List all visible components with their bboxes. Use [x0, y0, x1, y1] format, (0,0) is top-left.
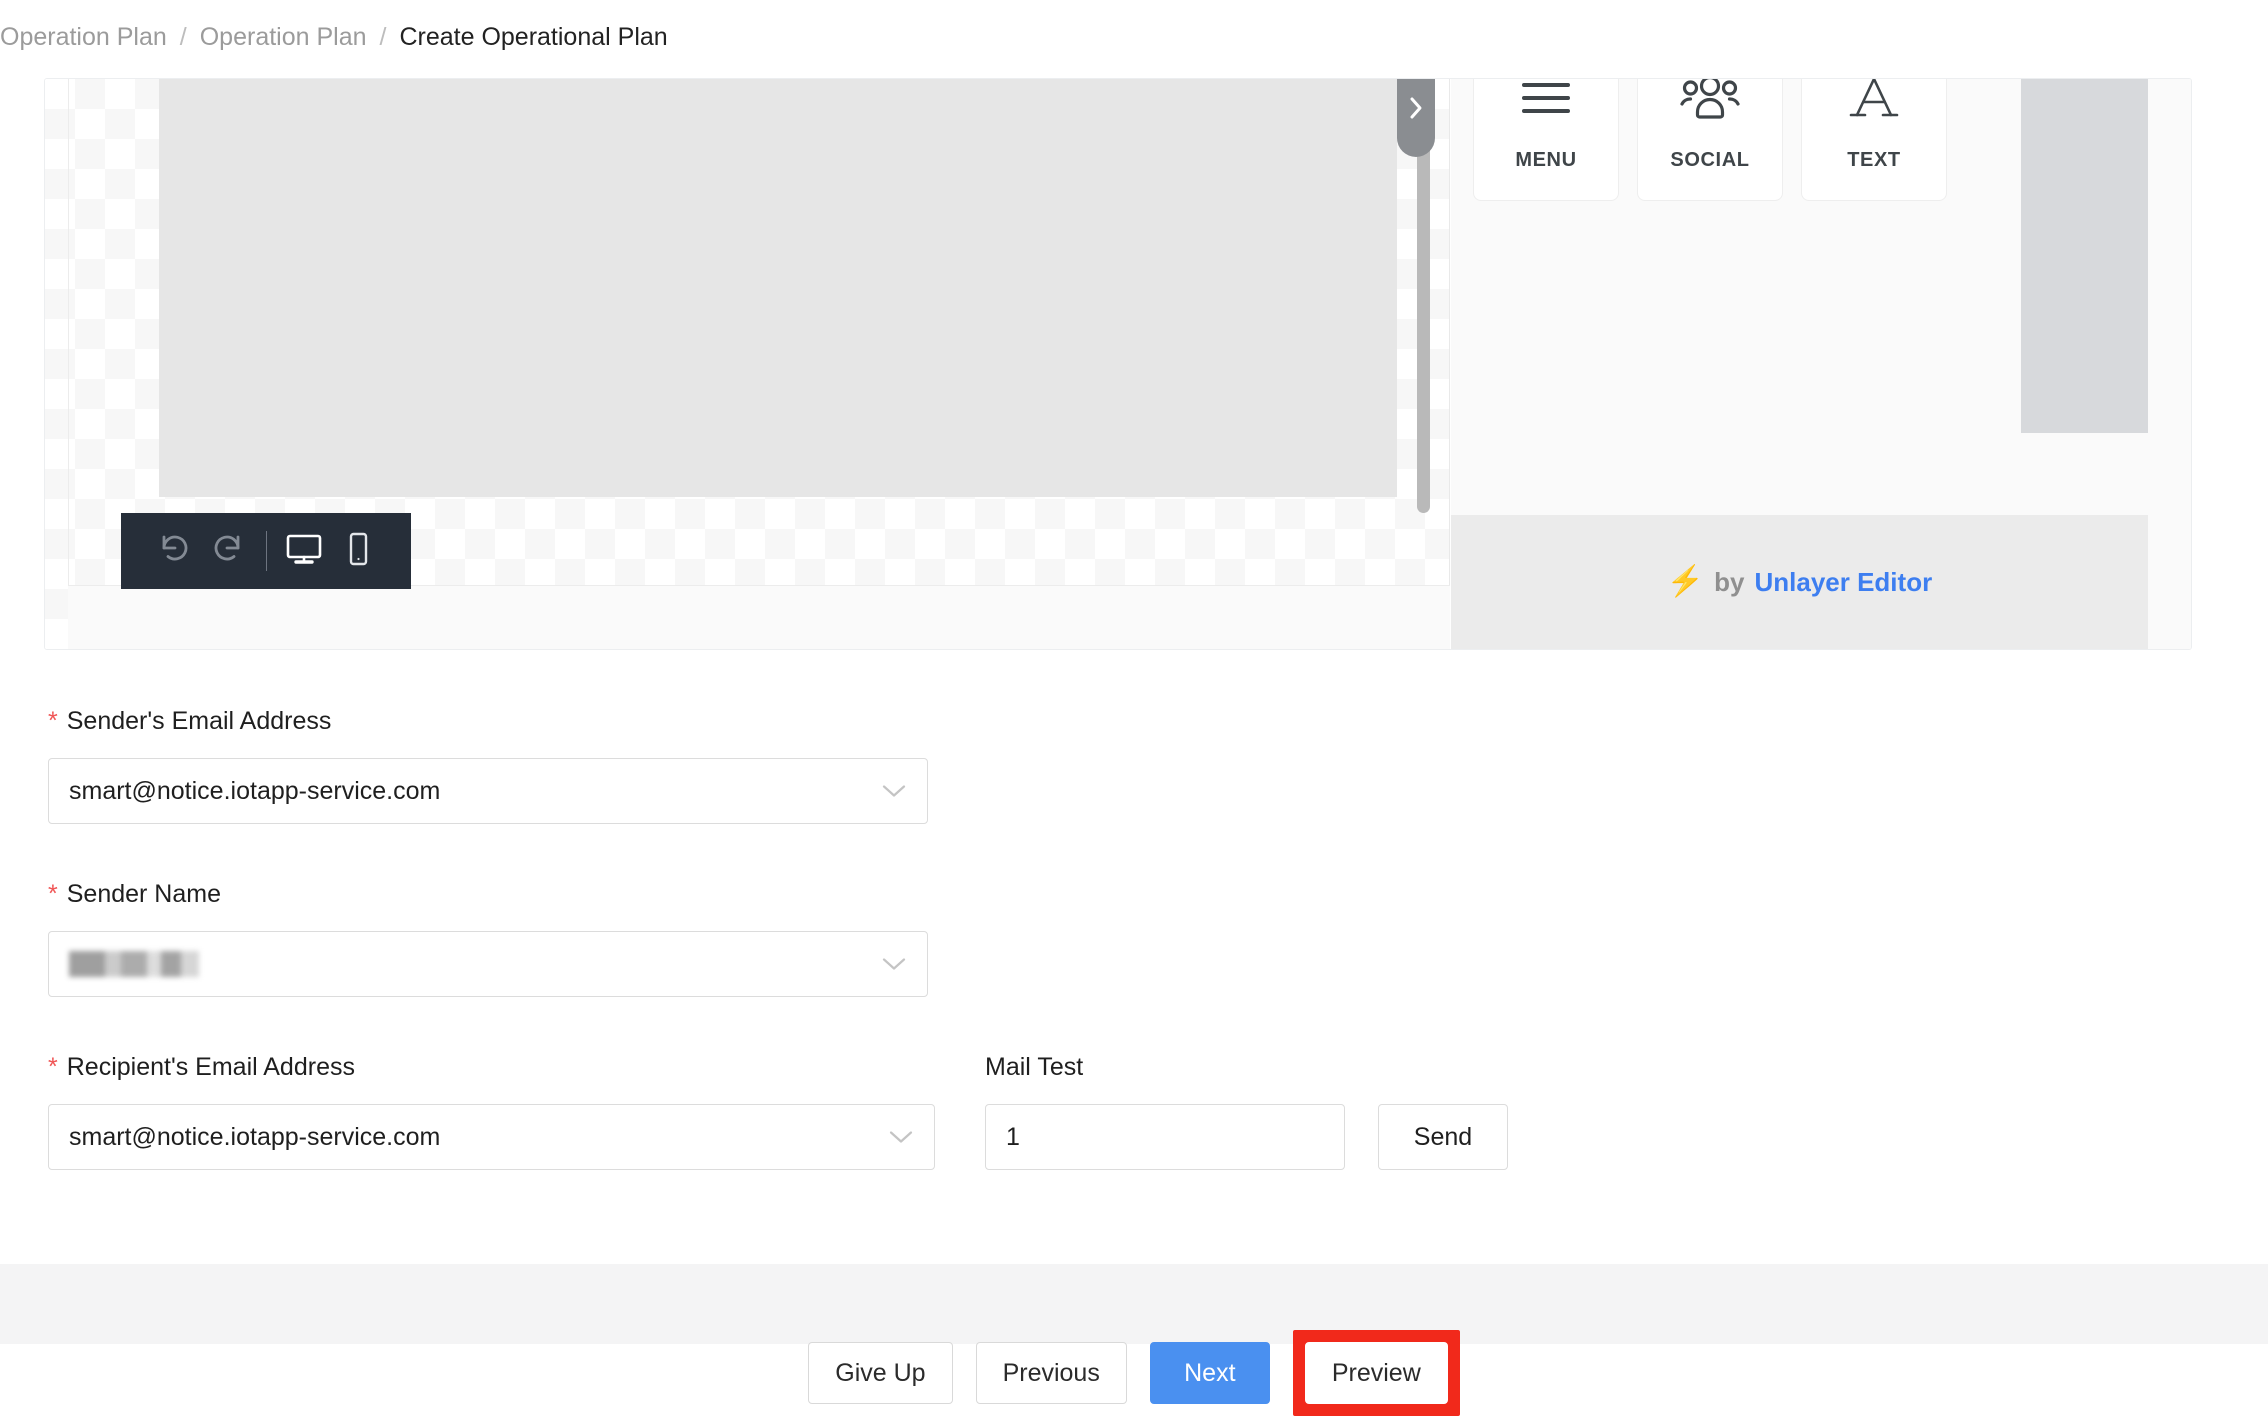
- chevron-down-icon: [881, 777, 907, 806]
- field-sender-name: * Sender Name: [48, 879, 928, 997]
- panel-collapse-toggle[interactable]: [1397, 79, 1435, 157]
- hamburger-menu-icon: [1518, 79, 1574, 135]
- mail-test-value: 1: [1006, 1122, 1020, 1151]
- mail-test-input[interactable]: 1: [985, 1104, 1345, 1170]
- field-recipient-email: * Recipient's Email Address smart@notice…: [48, 1052, 935, 1170]
- field-label-text: Sender Name: [66, 880, 221, 908]
- give-up-button[interactable]: Give Up: [808, 1342, 953, 1404]
- field-label-text: Recipient's Email Address: [66, 1053, 355, 1081]
- unlayer-branding-bar: ⚡ by Unlayer Editor: [1451, 515, 2148, 649]
- block-tile-menu[interactable]: MENU: [1473, 79, 1619, 201]
- desktop-icon: [284, 532, 324, 571]
- recipient-email-select[interactable]: smart@notice.iotapp-service.com: [48, 1104, 935, 1170]
- previous-label: Previous: [1002, 1358, 1100, 1387]
- email-body-block[interactable]: [159, 79, 1397, 497]
- chevron-down-icon: [888, 1123, 914, 1152]
- required-asterisk: *: [48, 1053, 58, 1081]
- next-button[interactable]: Next: [1149, 1342, 1270, 1404]
- send-test-mail-button[interactable]: Send: [1378, 1104, 1508, 1170]
- required-asterisk: *: [48, 880, 58, 908]
- chevron-down-icon: [881, 950, 907, 979]
- field-mail-test: Mail Test 1: [985, 1052, 1345, 1170]
- recipient-email-value: smart@notice.iotapp-service.com: [69, 1122, 441, 1151]
- preview-button[interactable]: Preview: [1304, 1342, 1448, 1404]
- sender-name-select[interactable]: [48, 931, 928, 997]
- required-asterisk: *: [48, 707, 58, 735]
- content-blocks-panel: MENU SOCIAL TEXT ⚡ by Unlayer Editor: [1451, 79, 2191, 649]
- send-button-label: Send: [1413, 1122, 1473, 1151]
- field-label-text: Mail Test: [985, 1053, 1084, 1081]
- canvas-bottom-strip: [68, 585, 1450, 649]
- mail-test-send-wrap: Send: [1378, 1104, 1508, 1170]
- mobile-view-button[interactable]: [331, 513, 385, 589]
- breadcrumb-separator: /: [379, 23, 387, 51]
- canvas-left-rule: [68, 79, 69, 587]
- block-tile-social[interactable]: SOCIAL: [1637, 79, 1783, 201]
- undo-button[interactable]: [147, 513, 201, 589]
- field-label-text: Sender's Email Address: [66, 707, 332, 735]
- redo-icon: [209, 532, 247, 571]
- sender-email-select[interactable]: smart@notice.iotapp-service.com: [48, 758, 928, 824]
- block-tile-text[interactable]: TEXT: [1801, 79, 1947, 201]
- sender-email-value: smart@notice.iotapp-service.com: [69, 776, 441, 805]
- recipient-and-test-row: * Recipient's Email Address smart@notice…: [48, 1052, 1508, 1170]
- preview-label: Preview: [1331, 1358, 1421, 1387]
- redo-button[interactable]: [201, 513, 255, 589]
- recipient-email-label: * Recipient's Email Address: [48, 1052, 935, 1082]
- editor-floating-toolbar: [121, 513, 411, 589]
- sender-name-label: * Sender Name: [48, 879, 928, 909]
- breadcrumb: Operation Plan / Operation Plan / Create…: [0, 22, 668, 52]
- field-sender-email: * Sender's Email Address smart@notice.io…: [48, 706, 928, 824]
- desktop-view-button[interactable]: [276, 513, 330, 589]
- breadcrumb-item-current: Create Operational Plan: [399, 23, 668, 51]
- footer-action-buttons: Give Up Previous Next Preview: [0, 1330, 2268, 1416]
- block-tile-label: SOCIAL: [1670, 149, 1750, 171]
- mail-test-label: Mail Test: [985, 1052, 1345, 1082]
- preview-button-highlight: Preview: [1292, 1330, 1460, 1416]
- breadcrumb-item-2[interactable]: Operation Plan: [200, 22, 367, 52]
- text-letter-a-icon: [1848, 79, 1900, 135]
- breadcrumb-item-1[interactable]: Operation Plan: [0, 22, 167, 52]
- lightning-bolt-icon: ⚡: [1666, 565, 1705, 598]
- sender-name-redacted-value: [69, 951, 199, 977]
- unlayer-by-text: by: [1714, 566, 1745, 597]
- undo-icon: [155, 532, 193, 571]
- previous-button[interactable]: Previous: [975, 1342, 1127, 1404]
- sender-email-label: * Sender's Email Address: [48, 706, 928, 736]
- block-tile-label: MENU: [1515, 149, 1577, 171]
- breadcrumb-separator: /: [179, 23, 187, 51]
- next-label: Next: [1184, 1358, 1236, 1387]
- social-people-icon: [1679, 79, 1741, 135]
- give-up-label: Give Up: [835, 1358, 926, 1387]
- unlayer-editor-link[interactable]: Unlayer Editor: [1754, 567, 1932, 598]
- content-block-tiles: MENU SOCIAL TEXT: [1473, 79, 1947, 201]
- block-tile-label: TEXT: [1847, 149, 1901, 171]
- mobile-icon: [344, 531, 372, 572]
- blocks-panel-right-strip: [2021, 79, 2148, 433]
- chevron-right-icon: [1406, 93, 1426, 123]
- toolbar-divider: [265, 531, 267, 571]
